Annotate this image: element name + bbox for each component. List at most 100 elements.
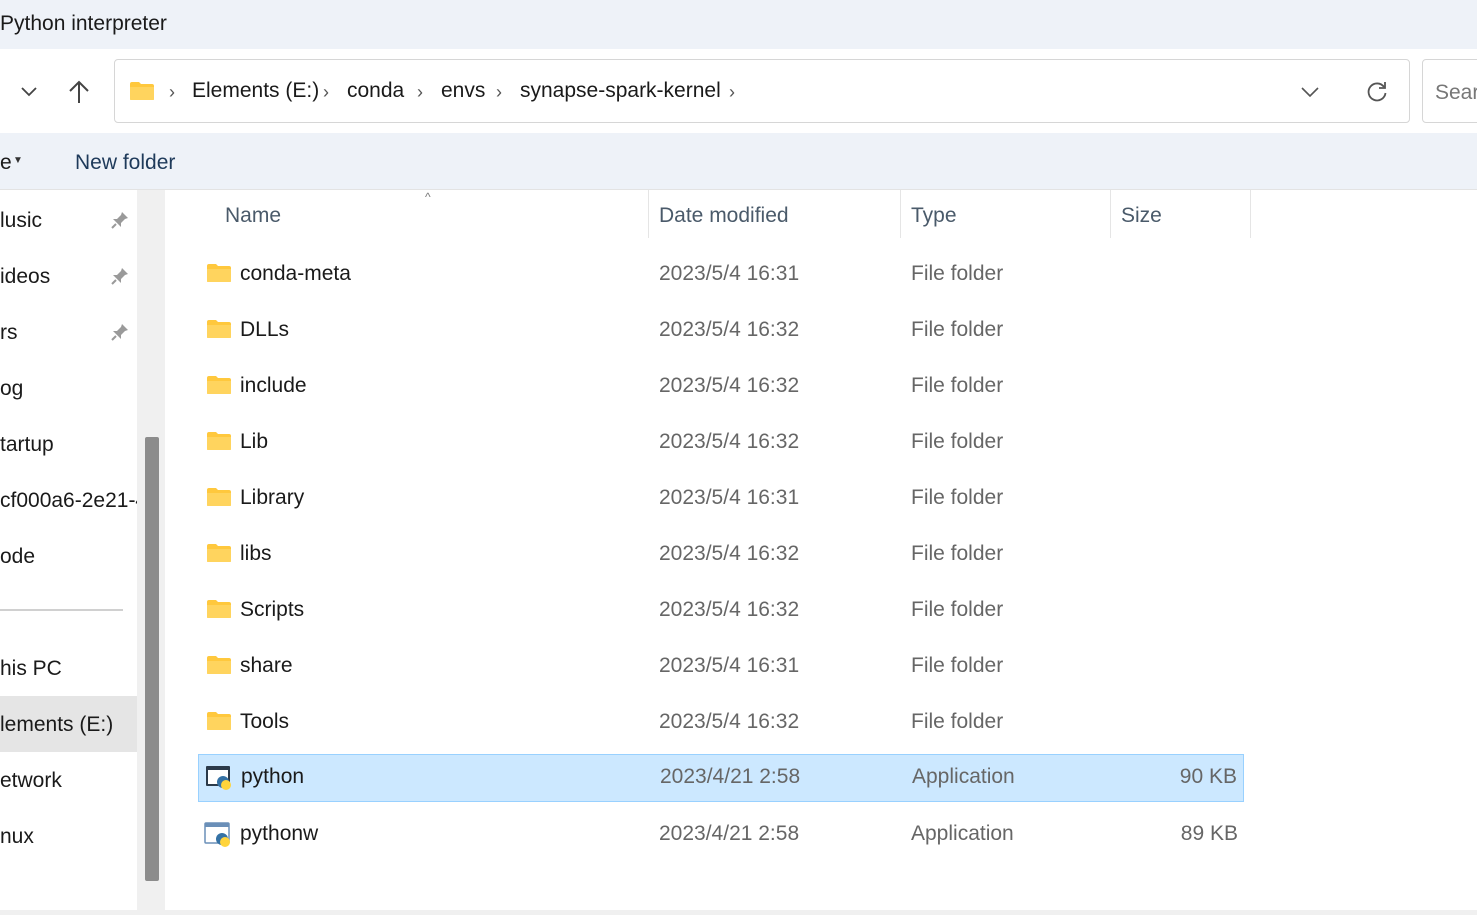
sidebar-item-elements-drive[interactable]: lements (E:) — [0, 696, 137, 752]
breadcrumb-item[interactable]: Elements (E:) — [192, 79, 319, 103]
file-size: 89 KB — [1180, 822, 1238, 845]
breadcrumb-separator-icon[interactable]: › — [729, 82, 735, 103]
file-row-selected[interactable]: python 2023/4/21 2:58 Application 90 KB — [198, 754, 1244, 802]
sidebar-item-label: lements (E:) — [0, 713, 114, 736]
folder-icon — [207, 656, 231, 674]
file-row[interactable]: pythonw 2023/4/21 2:58 Application 89 KB — [198, 812, 1244, 860]
file-date: 2023/5/4 16:31 — [659, 262, 800, 285]
file-name: include — [240, 374, 307, 397]
file-row[interactable]: share 2023/5/4 16:31 File folder — [198, 644, 1244, 692]
search-placeholder: Sear — [1435, 81, 1477, 104]
file-list: ^ Name Date modified Type Size conda-met… — [170, 190, 1477, 912]
sidebar-item-label: ideos — [0, 265, 51, 288]
file-row[interactable]: conda-meta 2023/5/4 16:31 File folder — [198, 252, 1244, 300]
file-row[interactable]: libs 2023/5/4 16:32 File folder — [198, 532, 1244, 580]
navigation-bar: › Elements (E:) › conda › envs › synapse… — [0, 49, 1477, 133]
file-row[interactable]: Library 2023/5/4 16:31 File folder — [198, 476, 1244, 524]
column-header-name[interactable]: Name — [225, 204, 281, 228]
sidebar-item-label: lusic — [0, 209, 43, 232]
sidebar-item-network[interactable]: etwork — [0, 752, 137, 808]
search-input[interactable]: Sear — [1422, 59, 1477, 123]
sidebar-item-label: his PC — [0, 657, 62, 680]
file-name: DLLs — [240, 318, 290, 341]
organize-button[interactable]: e — [0, 151, 12, 175]
pin-icon[interactable] — [110, 266, 130, 286]
pythonw-exe-icon — [204, 822, 230, 847]
file-type: File folder — [911, 374, 1004, 397]
file-size: 90 KB — [1179, 765, 1237, 788]
folder-icon — [130, 82, 154, 100]
folder-icon — [207, 712, 231, 730]
sidebar-item-label: ode — [0, 545, 36, 568]
sidebar-item-startup[interactable]: tartup — [0, 416, 137, 472]
refresh-button[interactable] — [1363, 78, 1391, 106]
sidebar-item-og[interactable]: og — [0, 360, 137, 416]
file-name: pythonw — [240, 822, 319, 845]
file-name: Tools — [240, 710, 290, 733]
file-name: Library — [240, 486, 305, 509]
column-header-size[interactable]: Size — [1121, 204, 1162, 228]
file-row[interactable]: Scripts 2023/5/4 16:32 File folder — [198, 588, 1244, 636]
sidebar-item-linux[interactable]: nux — [0, 808, 137, 864]
file-date: 2023/5/4 16:31 — [659, 486, 800, 509]
navigation-pane: lusic ideos rs og tartup cf000a6-2e21-4 … — [0, 190, 137, 912]
file-row[interactable]: Tools 2023/5/4 16:32 File folder — [198, 700, 1244, 748]
file-date: 2023/5/4 16:32 — [659, 374, 800, 397]
breadcrumb-separator-icon[interactable]: › — [417, 82, 423, 103]
file-type: Application — [912, 765, 1015, 788]
breadcrumb-separator-icon[interactable]: › — [169, 82, 175, 103]
file-row[interactable]: DLLs 2023/5/4 16:32 File folder — [198, 308, 1244, 356]
caret-down-icon[interactable]: ▼ — [13, 155, 23, 166]
breadcrumb-separator-icon[interactable]: › — [323, 82, 329, 103]
sidebar-item-music[interactable]: lusic — [0, 192, 137, 248]
refresh-icon — [1367, 82, 1387, 102]
column-divider[interactable] — [900, 190, 901, 238]
breadcrumb-item[interactable]: envs — [441, 79, 485, 103]
sidebar-item-rs[interactable]: rs — [0, 304, 137, 360]
pin-icon[interactable] — [110, 322, 130, 342]
pin-icon[interactable] — [110, 210, 130, 230]
sidebar-item-label: cf000a6-2e21-4 — [0, 489, 137, 512]
sidebar-item-label: nux — [0, 825, 34, 848]
sidebar-item-label: tartup — [0, 433, 54, 456]
column-divider[interactable] — [1110, 190, 1111, 238]
address-bar[interactable]: › Elements (E:) › conda › envs › synapse… — [114, 59, 1410, 123]
folder-icon — [207, 488, 231, 506]
file-name: conda-meta — [240, 262, 351, 285]
folder-icon — [207, 264, 231, 282]
python-exe-icon — [206, 766, 231, 790]
file-date: 2023/5/4 16:32 — [659, 430, 800, 453]
column-header-date-modified[interactable]: Date modified — [659, 204, 789, 228]
file-row[interactable]: include 2023/5/4 16:32 File folder — [198, 364, 1244, 412]
file-row[interactable]: Lib 2023/5/4 16:32 File folder — [198, 420, 1244, 468]
sidebar-item-videos[interactable]: ideos — [0, 248, 137, 304]
sidebar-item-ode[interactable]: ode — [0, 528, 137, 584]
command-bar: e ▼ New folder — [0, 133, 1477, 190]
folder-icon — [207, 544, 231, 562]
file-type: File folder — [911, 318, 1004, 341]
file-type: File folder — [911, 542, 1004, 565]
sidebar-scrollbar-thumb[interactable] — [145, 437, 159, 881]
new-folder-button[interactable]: New folder — [75, 151, 175, 175]
breadcrumb-separator-icon[interactable]: › — [496, 82, 502, 103]
file-name: share — [240, 654, 293, 677]
address-history-button[interactable] — [1295, 80, 1325, 104]
sidebar-item-guid-folder[interactable]: cf000a6-2e21-4 — [0, 472, 137, 528]
breadcrumb-item[interactable]: conda — [347, 79, 404, 103]
file-date: 2023/5/4 16:32 — [659, 710, 800, 733]
recent-locations-button[interactable] — [14, 79, 44, 105]
sort-ascending-icon: ^ — [425, 190, 431, 204]
file-type: File folder — [911, 710, 1004, 733]
file-type: File folder — [911, 654, 1004, 677]
column-header-type[interactable]: Type — [911, 204, 957, 228]
file-date: 2023/4/21 2:58 — [660, 765, 801, 788]
up-button[interactable] — [62, 77, 96, 107]
column-divider[interactable] — [648, 190, 649, 238]
column-divider[interactable] — [1250, 190, 1251, 238]
file-name: libs — [240, 542, 272, 565]
title-bar: Python interpreter — [0, 0, 1477, 49]
breadcrumb-item[interactable]: synapse-spark-kernel — [520, 79, 721, 103]
file-type: Application — [911, 822, 1014, 845]
sidebar-item-this-pc[interactable]: his PC — [0, 640, 137, 696]
file-date: 2023/5/4 16:32 — [659, 598, 800, 621]
